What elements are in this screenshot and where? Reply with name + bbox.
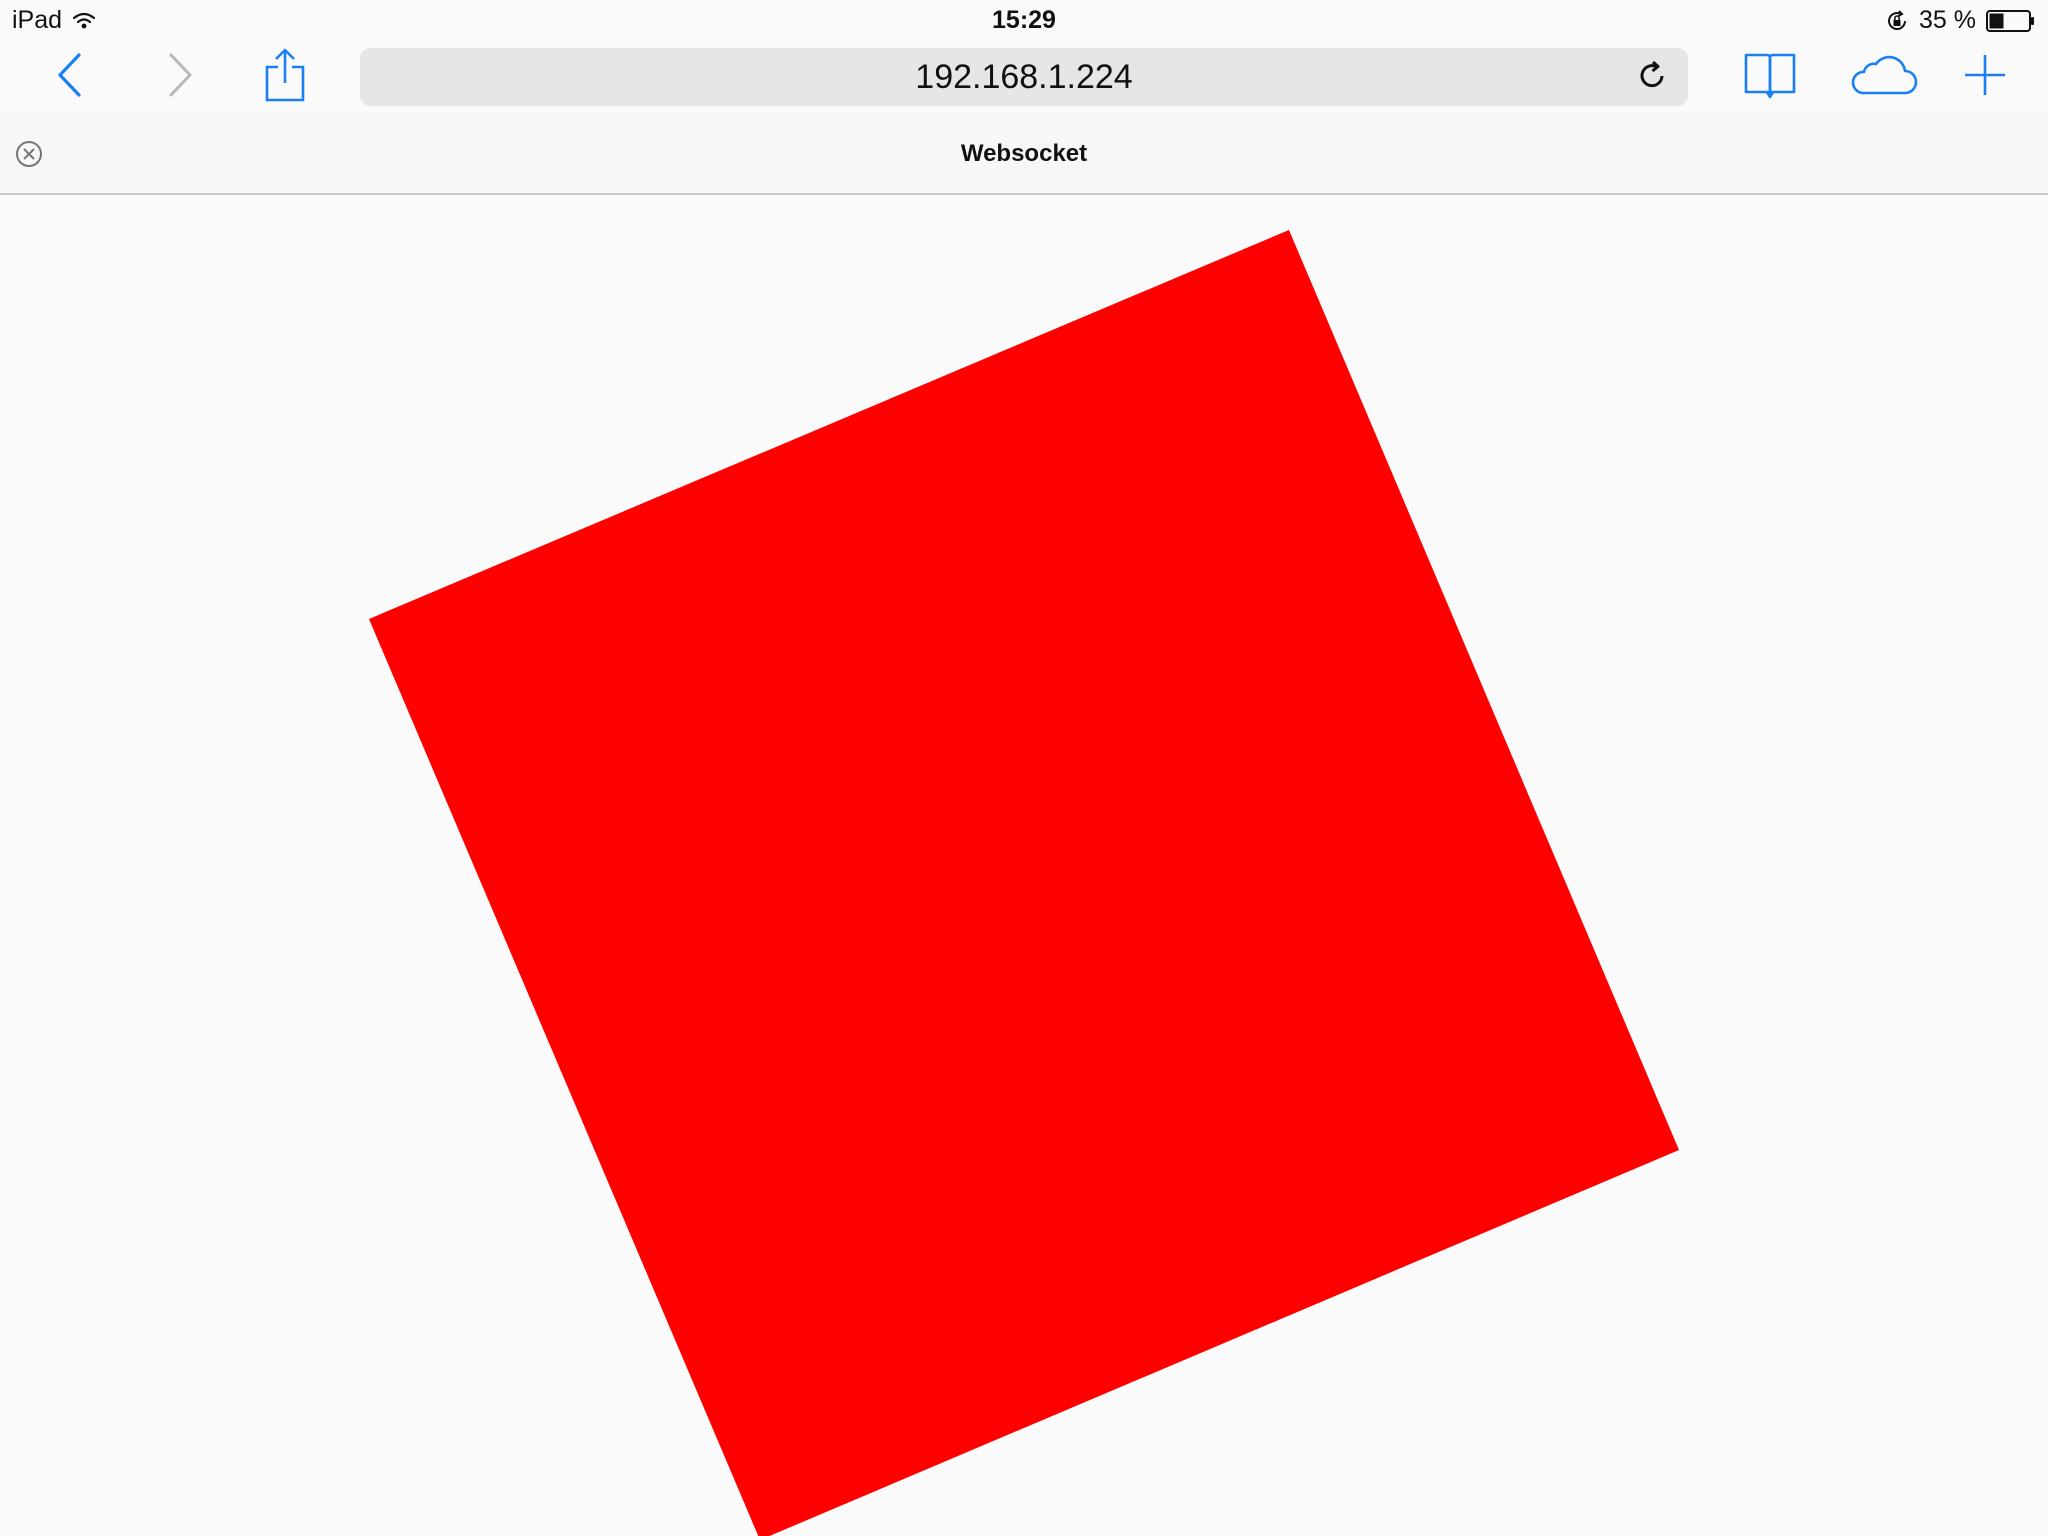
chevron-left-icon xyxy=(55,52,85,103)
canvas xyxy=(369,230,1679,1536)
new-tab-button[interactable] xyxy=(1955,40,2015,114)
status-bar: iPad 15:29 35 % xyxy=(0,0,2048,40)
bookmarks-button[interactable] xyxy=(1740,40,1800,114)
reload-icon xyxy=(1637,59,1667,96)
browser-toolbar: 192.168.1.224 xyxy=(0,40,2048,114)
address-bar[interactable]: 192.168.1.224 xyxy=(360,48,1688,106)
rotated-square xyxy=(369,230,1679,1536)
battery-percent: 35 % xyxy=(1919,6,1976,34)
rotation-lock-icon xyxy=(1885,9,1909,33)
back-button[interactable] xyxy=(40,40,100,114)
web-content xyxy=(0,195,2048,1536)
battery-icon xyxy=(1986,9,2036,32)
book-icon xyxy=(1743,51,1797,104)
cloud-icon xyxy=(1847,53,1919,102)
status-time: 15:29 xyxy=(992,6,1056,34)
chevron-right-icon xyxy=(165,52,195,103)
url-text[interactable]: 192.168.1.224 xyxy=(360,48,1688,106)
share-icon xyxy=(263,47,307,108)
plus-icon xyxy=(1963,53,2007,102)
status-right: 35 % xyxy=(1885,6,2036,35)
tab-bar: Websocket xyxy=(0,114,2048,195)
tab-title[interactable]: Websocket xyxy=(0,114,2048,193)
reload-button[interactable] xyxy=(1632,48,1672,106)
forward-button[interactable] xyxy=(150,40,210,114)
icloud-tabs-button[interactable] xyxy=(1845,40,1921,114)
share-button[interactable] xyxy=(255,40,315,114)
